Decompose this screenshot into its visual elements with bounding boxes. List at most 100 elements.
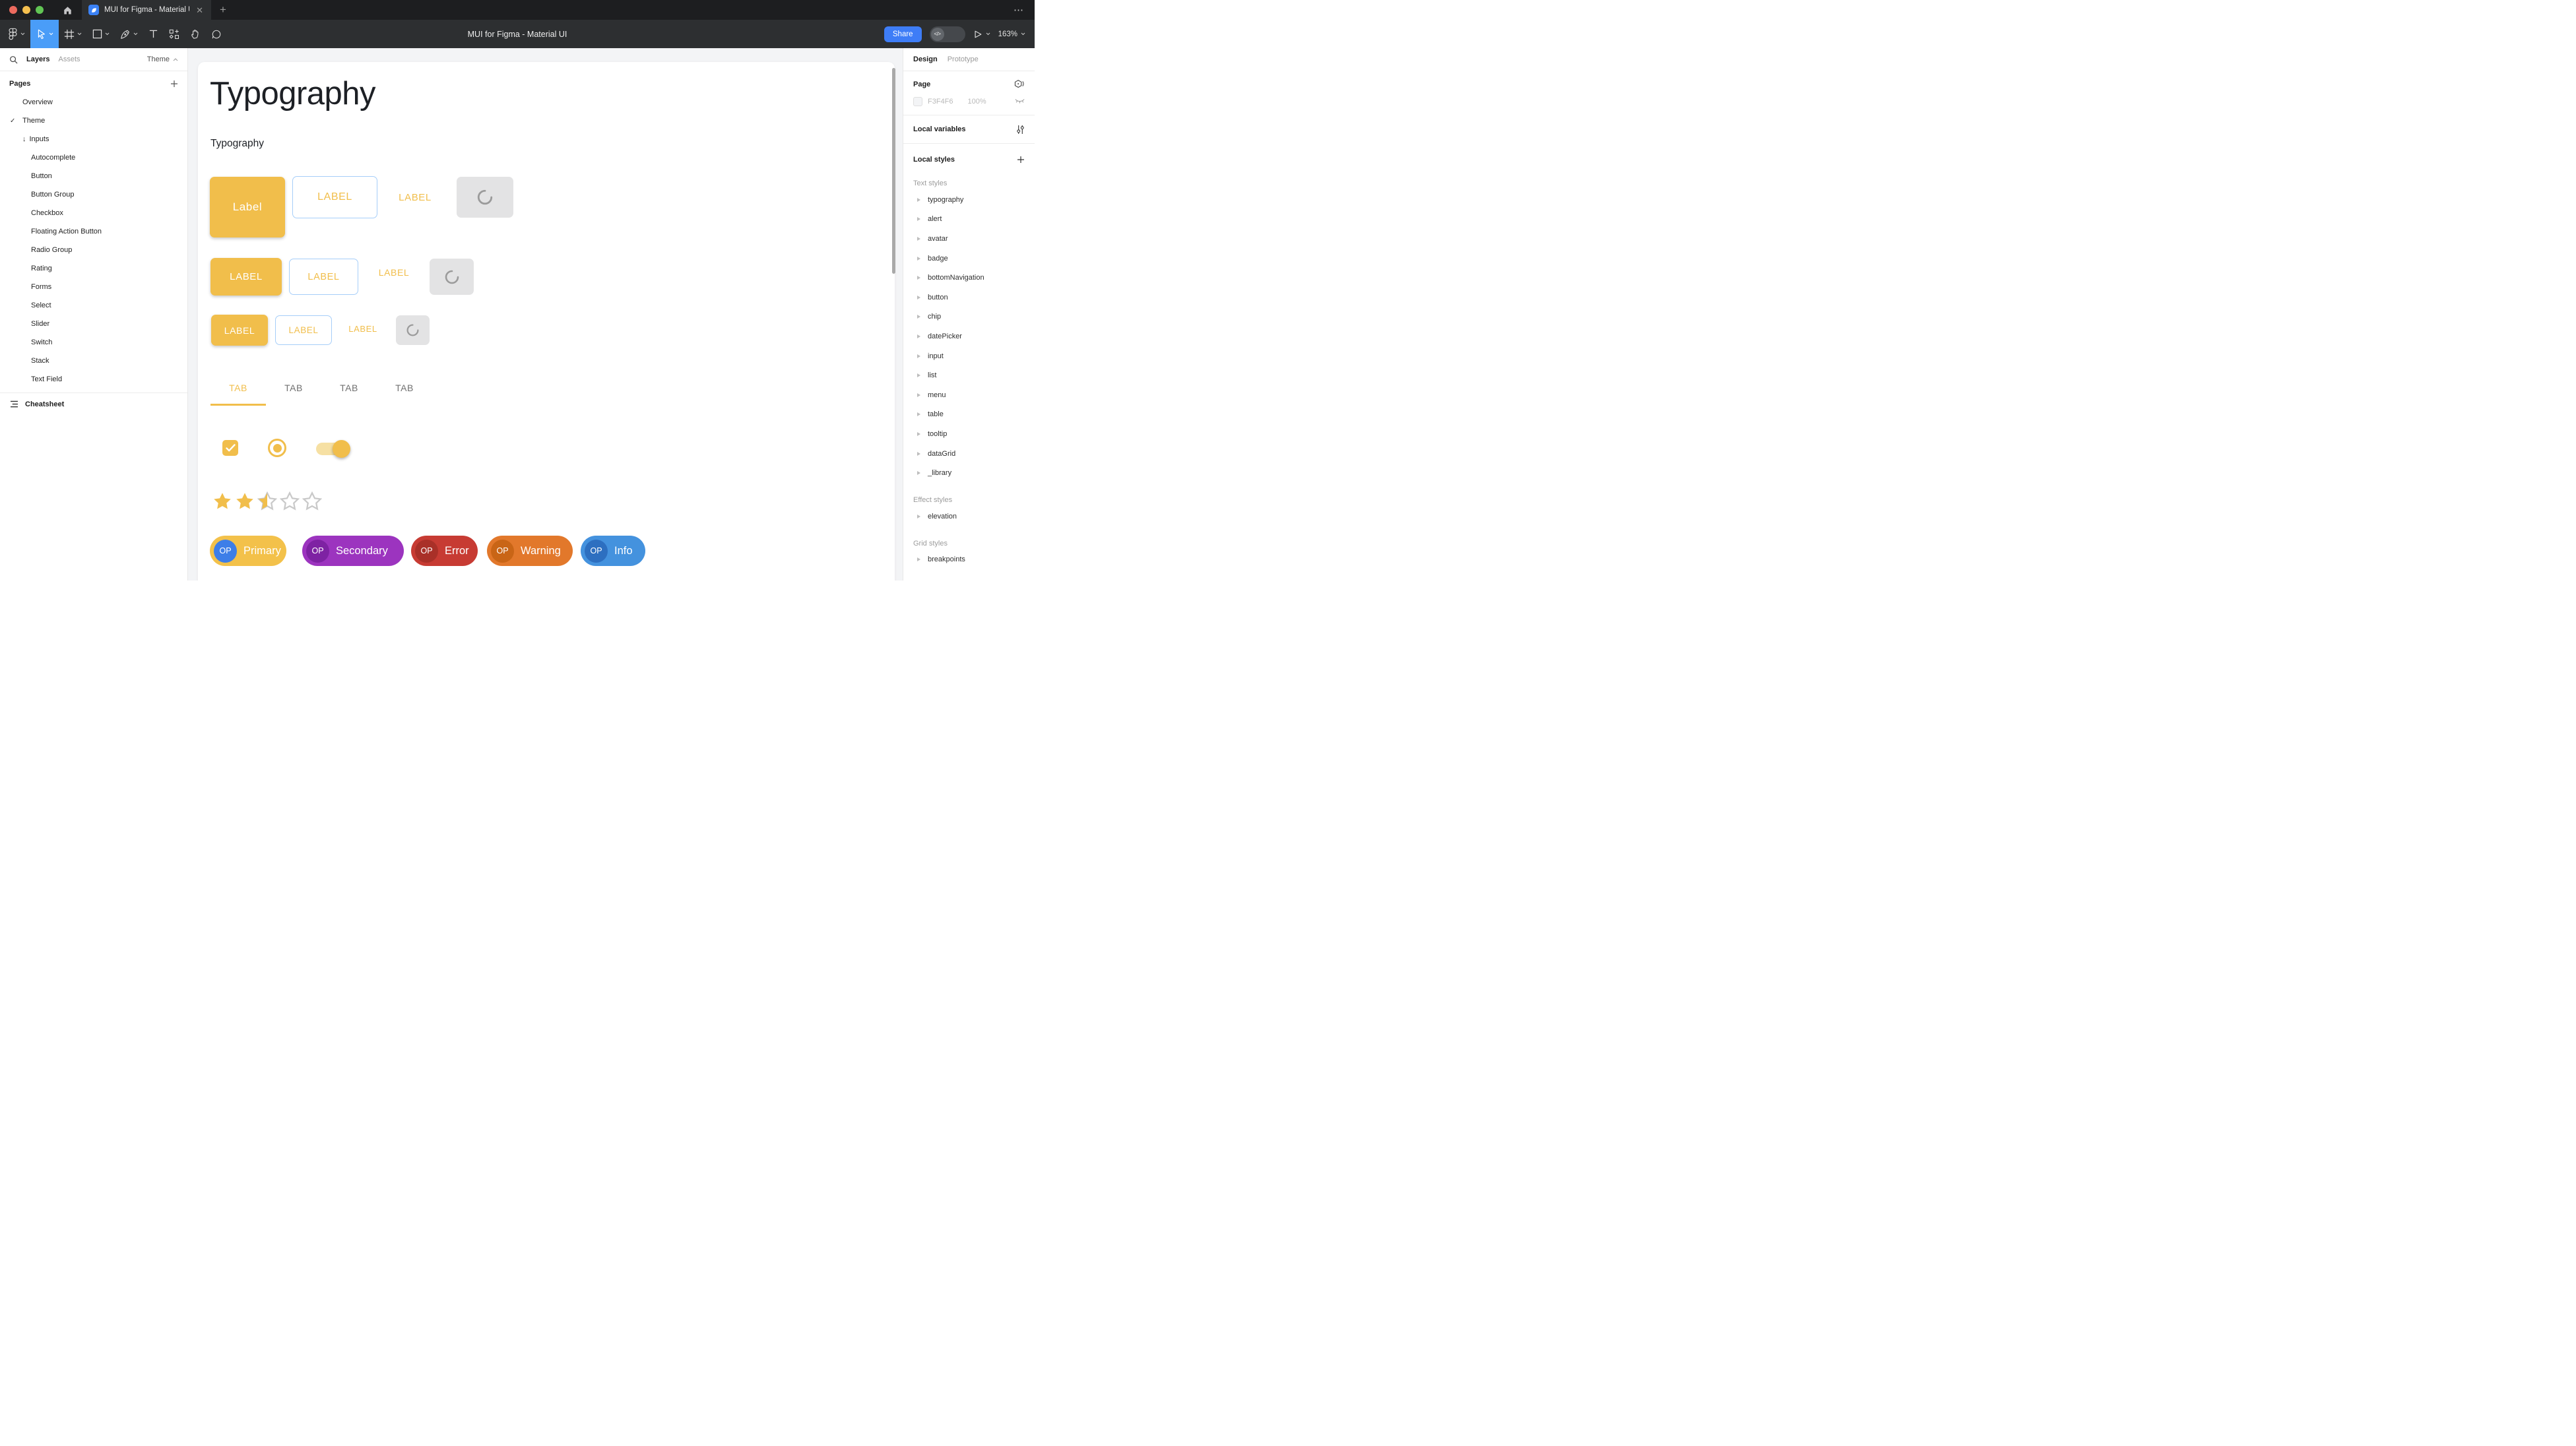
- close-window-button[interactable]: [9, 6, 17, 14]
- tab-design[interactable]: Design: [913, 55, 938, 63]
- text-button-small[interactable]: LABEL: [342, 321, 383, 336]
- loading-button-small[interactable]: [396, 315, 430, 345]
- new-tab-button[interactable]: +: [211, 3, 235, 16]
- style-item-chip[interactable]: chip: [903, 307, 1035, 327]
- switch-on[interactable]: [316, 443, 348, 455]
- sidebar-item-stack[interactable]: Stack: [0, 352, 187, 370]
- disclosure-triangle-icon[interactable]: [917, 393, 920, 397]
- disclosure-triangle-icon[interactable]: [917, 412, 920, 416]
- star-empty-icon[interactable]: [302, 491, 322, 511]
- file-tab[interactable]: MUI for Figma - Material UI ✕: [82, 0, 211, 20]
- contained-button-small[interactable]: LABEL: [211, 315, 268, 346]
- disclosure-triangle-icon[interactable]: [917, 237, 920, 241]
- disclosure-triangle-icon[interactable]: [917, 276, 920, 280]
- disclosure-triangle-icon[interactable]: [917, 471, 920, 475]
- style-item-datagrid[interactable]: dataGrid: [903, 444, 1035, 464]
- disclosure-triangle-icon[interactable]: [917, 296, 920, 299]
- style-item-table[interactable]: table: [903, 405, 1035, 425]
- tab-item-4[interactable]: TAB: [377, 372, 432, 404]
- style-item-bottomnavigation[interactable]: bottomNavigation: [903, 268, 1035, 288]
- star-full-icon[interactable]: [212, 491, 232, 511]
- sidebar-item-overview[interactable]: Overview: [0, 93, 187, 111]
- radio-checked[interactable]: [268, 439, 286, 457]
- page-color-opacity[interactable]: 100%: [968, 98, 986, 106]
- style-item-breakpoints[interactable]: breakpoints: [903, 550, 1035, 570]
- tab-item-2[interactable]: TAB: [266, 372, 321, 404]
- chip-secondary[interactable]: OP Secondary: [302, 536, 404, 566]
- star-half-icon[interactable]: [257, 491, 277, 511]
- window-overflow-menu[interactable]: ⋯: [1014, 4, 1035, 16]
- present-button[interactable]: [973, 30, 990, 39]
- sidebar-item-checkbox[interactable]: Checkbox: [0, 204, 187, 222]
- tab-layers[interactable]: Layers: [26, 55, 49, 63]
- local-variables-row[interactable]: Local variables: [903, 115, 1035, 144]
- style-item-datepicker[interactable]: datePicker: [903, 327, 1035, 346]
- disclosure-triangle-icon[interactable]: [917, 432, 920, 436]
- text-tool-button[interactable]: [143, 20, 164, 48]
- chip-error[interactable]: OP Error: [411, 536, 478, 566]
- disclosure-triangle-icon[interactable]: [917, 515, 920, 519]
- search-icon[interactable]: [9, 55, 18, 64]
- style-item-avatar[interactable]: avatar: [903, 229, 1035, 249]
- page-color-row[interactable]: F3F4F6 100%: [913, 97, 1025, 106]
- sidebar-item-text-field[interactable]: Text Field: [0, 370, 187, 389]
- disclosure-triangle-icon[interactable]: [917, 198, 920, 202]
- add-page-icon[interactable]: [170, 80, 178, 88]
- style-item-menu[interactable]: menu: [903, 385, 1035, 405]
- tab-assets[interactable]: Assets: [58, 55, 80, 63]
- sidebar-item-slider[interactable]: Slider: [0, 315, 187, 333]
- tab-prototype[interactable]: Prototype: [948, 55, 979, 63]
- resources-tool-button[interactable]: [164, 20, 185, 48]
- sidebar-item-inputs[interactable]: ↓Inputs: [0, 130, 187, 148]
- typography-frame[interactable]: Typography Typography Label LABEL LABEL …: [198, 62, 895, 581]
- sidebar-item-select[interactable]: Select: [0, 296, 187, 315]
- style-item-elevation[interactable]: elevation: [903, 507, 1035, 526]
- style-item-list[interactable]: list: [903, 365, 1035, 385]
- star-empty-icon[interactable]: [280, 491, 300, 511]
- canvas[interactable]: Typography Typography Label LABEL LABEL …: [188, 48, 903, 581]
- frame-tool-button[interactable]: [59, 20, 87, 48]
- sidebar-item-autocomplete[interactable]: Autocomplete: [0, 148, 187, 167]
- styles-library-icon[interactable]: [1014, 79, 1025, 89]
- disclosure-triangle-icon[interactable]: [917, 257, 920, 261]
- share-button[interactable]: Share: [884, 26, 922, 42]
- chip-primary[interactable]: OP Primary: [210, 536, 286, 566]
- star-full-icon[interactable]: [235, 491, 255, 511]
- sidebar-item-rating[interactable]: Rating: [0, 259, 187, 278]
- outlined-button-small[interactable]: LABEL: [275, 315, 332, 345]
- chip-warning[interactable]: OP Warning: [487, 536, 573, 566]
- loading-button-medium[interactable]: [430, 259, 474, 295]
- rating-control[interactable]: [212, 491, 322, 511]
- text-button-medium[interactable]: LABEL: [371, 264, 416, 281]
- add-style-icon[interactable]: [1017, 156, 1025, 164]
- disclosure-triangle-icon[interactable]: [917, 373, 920, 377]
- style-item-input[interactable]: input: [903, 346, 1035, 366]
- sidebar-item-button-group[interactable]: Button Group: [0, 185, 187, 204]
- sidebar-item-radio-group[interactable]: Radio Group: [0, 241, 187, 259]
- main-menu-button[interactable]: [3, 20, 30, 48]
- zoom-level-control[interactable]: 163%: [998, 30, 1025, 38]
- style-item-library[interactable]: _library: [903, 463, 1035, 483]
- checkbox-checked[interactable]: [222, 440, 238, 456]
- tab-item-1[interactable]: TAB: [210, 372, 266, 404]
- disclosure-triangle-icon[interactable]: [917, 334, 920, 338]
- outlined-button-large[interactable]: LABEL: [292, 176, 377, 218]
- zoom-window-button[interactable]: [36, 6, 44, 14]
- sidebar-item-forms[interactable]: Forms: [0, 278, 187, 296]
- disclosure-triangle-icon[interactable]: [917, 452, 920, 456]
- style-item-typography[interactable]: typography: [903, 190, 1035, 210]
- page-group-dropdown[interactable]: Theme: [147, 55, 178, 63]
- dev-mode-toggle[interactable]: </>: [930, 26, 965, 42]
- sidebar-item-switch[interactable]: Switch: [0, 333, 187, 352]
- pen-tool-button[interactable]: [115, 20, 143, 48]
- sidebar-item-cheatsheet[interactable]: Cheatsheet: [0, 393, 187, 415]
- chip-info[interactable]: OP Info: [581, 536, 645, 566]
- sidebar-item-fab[interactable]: Floating Action Button: [0, 222, 187, 241]
- page-color-hex[interactable]: F3F4F6: [928, 98, 953, 106]
- sidebar-item-button[interactable]: Button: [0, 167, 187, 185]
- canvas-scrollbar[interactable]: [892, 68, 895, 274]
- minimize-window-button[interactable]: [22, 6, 30, 14]
- loading-button-large[interactable]: [457, 177, 513, 218]
- disclosure-triangle-icon[interactable]: [917, 557, 920, 561]
- color-swatch[interactable]: [913, 97, 922, 106]
